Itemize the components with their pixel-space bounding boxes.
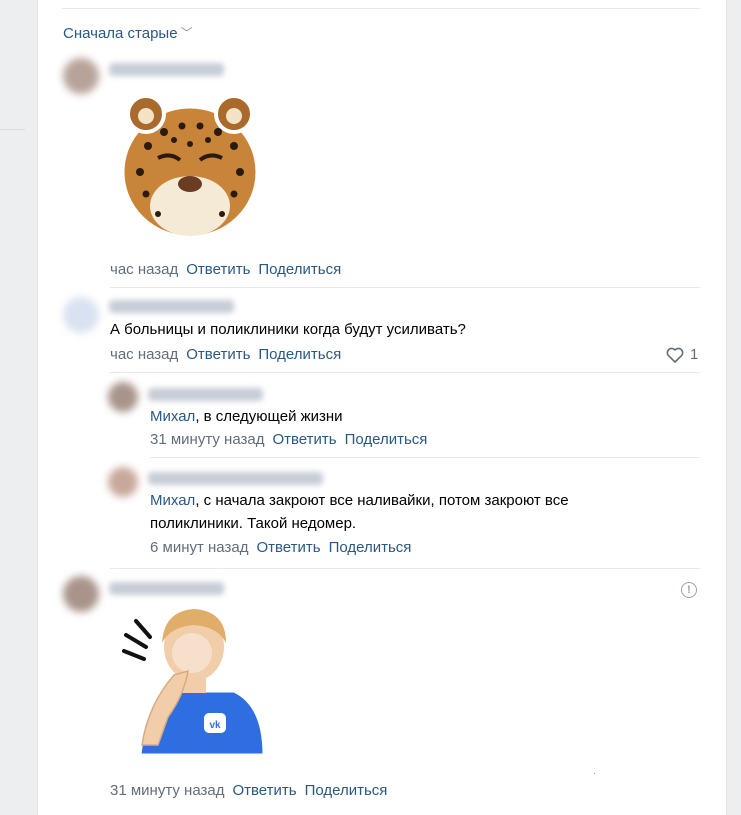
comment-meta: 6 минут назад Ответить Поделиться (150, 539, 411, 556)
avatar[interactable] (63, 58, 99, 94)
exclamation-circle-icon[interactable]: ! (681, 582, 697, 598)
chevron-down-icon: ﹀ (180, 26, 193, 40)
comment-text: Михал, в следующей жизни (150, 405, 690, 428)
timestamp[interactable]: 6 минут назад (150, 539, 248, 556)
share-link[interactable]: Поделиться (258, 346, 341, 363)
reply-link[interactable]: Ответить (232, 782, 296, 799)
avatar[interactable] (108, 382, 138, 412)
author-name[interactable] (109, 300, 234, 313)
sort-label: Сначала старые (63, 25, 178, 42)
comment-divider (110, 372, 700, 373)
author-name[interactable] (109, 582, 224, 595)
left-divider (0, 129, 25, 130)
share-link[interactable]: Поделиться (305, 782, 388, 799)
reply-link[interactable]: Ответить (256, 539, 320, 556)
share-link[interactable]: Поделиться (258, 261, 341, 278)
reply-link[interactable]: Ответить (186, 261, 250, 278)
comment-divider (110, 568, 700, 569)
author-name[interactable] (148, 472, 323, 485)
comment-meta: час назад Ответить Поделиться (110, 261, 341, 278)
comments-card: Сначала старые ﹀ час назад Ответить Поделит… (37, 0, 727, 815)
comment-meta: 31 минуту назад Ответить Поделиться (150, 431, 427, 448)
avatar[interactable] (108, 467, 138, 497)
comment-text: Михал, с начала закроют все наливайки, п… (150, 489, 630, 535)
reply-link[interactable]: Ответить (272, 431, 336, 448)
share-link[interactable]: Поделиться (329, 539, 412, 556)
avatar[interactable] (63, 576, 99, 612)
top-divider (62, 8, 700, 9)
comment-divider (150, 457, 700, 458)
comment-divider (110, 287, 700, 288)
reply-body: , в следующей жизни (195, 408, 343, 425)
facepalm-vk-sticker: vk (118, 605, 268, 770)
heart-icon (666, 347, 684, 363)
like-count: 1 (690, 346, 699, 363)
comment-meta: 31 минуту назад Ответить Поделиться (110, 782, 387, 799)
timestamp[interactable]: 31 минуту назад (110, 782, 224, 799)
reply-body: , с начала закроют все наливайки, потом … (150, 492, 569, 532)
leopard-sticker (118, 86, 262, 246)
author-name[interactable] (109, 63, 224, 76)
reply-link[interactable]: Ответить (186, 346, 250, 363)
sort-dropdown[interactable]: Сначала старые ﹀ (63, 25, 193, 42)
timestamp[interactable]: час назад (110, 261, 178, 278)
stray-dot (594, 773, 595, 774)
timestamp[interactable]: час назад (110, 346, 178, 363)
author-name[interactable] (148, 388, 263, 401)
svg-text:vk: vk (209, 720, 221, 731)
share-link[interactable]: Поделиться (345, 431, 428, 448)
mention-link[interactable]: Михал (150, 408, 195, 425)
timestamp[interactable]: 31 минуту назад (150, 431, 264, 448)
left-column (0, 0, 25, 815)
mention-link[interactable]: Михал (150, 492, 195, 509)
avatar[interactable] (63, 297, 99, 333)
like-button[interactable]: 1 (666, 346, 698, 363)
comment-text: А больницы и поликлиники когда будут уси… (110, 321, 466, 338)
comment-meta: час назад Ответить Поделиться (110, 346, 341, 363)
